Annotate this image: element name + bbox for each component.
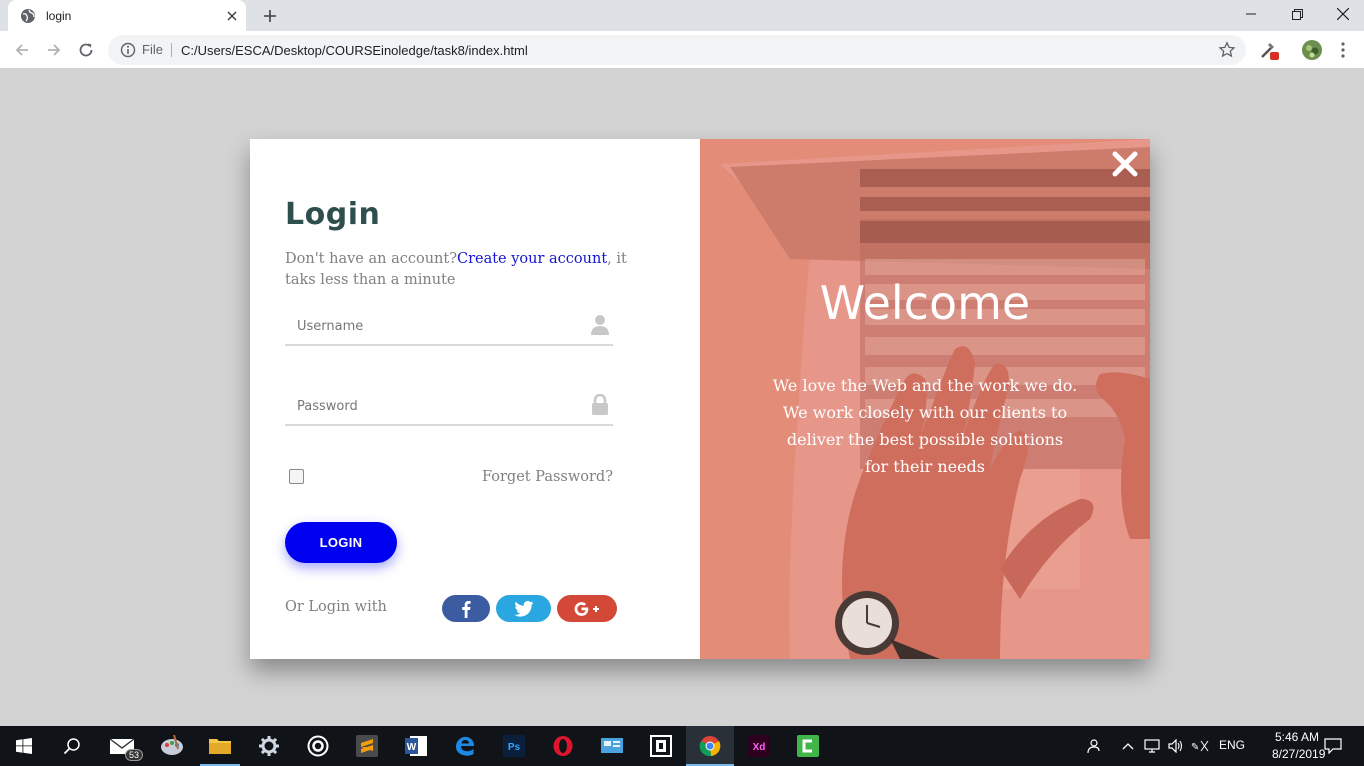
bookmark-star-icon[interactable] [1218,41,1236,59]
edge-browser-icon[interactable] [441,726,489,766]
people-icon[interactable] [1083,736,1103,756]
new-tab-icon[interactable] [259,5,281,27]
input-method-icon[interactable]: ✎ [1190,736,1210,756]
language-indicator[interactable]: ENG [1219,738,1245,752]
adobe-xd-icon[interactable]: Xd [735,726,783,766]
clock-time: 5:46 AM [1274,730,1320,744]
browser-tab[interactable]: login [8,0,246,31]
welcome-description: We love the Web and the work we do. We w… [760,372,1090,480]
svg-text:Xd: Xd [753,742,766,753]
svg-text:✎: ✎ [1191,742,1199,753]
opera-icon[interactable] [539,726,587,766]
tab-title: login [46,8,72,23]
signup-text: Don't have an account?Create your accoun… [285,249,645,291]
forward-arrow-icon[interactable] [41,37,67,63]
welcome-heading: Welcome [819,276,1031,330]
start-windows-icon[interactable] [0,726,48,766]
restore-icon[interactable] [1274,0,1320,28]
browser-tab-bar: login [0,0,1364,31]
paint-app-icon[interactable] [148,726,196,766]
svg-text:W: W [407,742,417,753]
close-window-icon[interactable] [1320,0,1364,28]
google-plus-login-button[interactable] [557,595,617,622]
globe-icon [21,8,35,23]
signup-prefix: Don't have an account? [285,251,457,267]
twitter-login-button[interactable] [496,595,551,622]
create-account-link[interactable]: Create your account [457,251,607,267]
chrome-icon[interactable] [686,726,734,766]
minimize-icon[interactable] [1228,0,1274,28]
lock-icon [592,394,608,415]
info-icon[interactable] [120,42,136,58]
clock-date: 8/27/2019 [1272,747,1326,761]
welcome-panel: Welcome We love the Web and the work we … [700,139,1150,659]
close-tab-icon[interactable] [224,8,240,24]
settings-gear-icon[interactable] [245,726,293,766]
reload-icon[interactable] [73,37,99,63]
search-icon[interactable] [48,726,96,766]
sublime-text-icon[interactable] [343,726,391,766]
username-field [285,308,613,346]
mail-count-badge: 53 [124,749,143,761]
welcome-line: We love the Web and the work we do. [772,376,1078,395]
camtasia-icon[interactable] [784,726,832,766]
photoshop-icon[interactable]: Ps [490,726,538,766]
svg-text:Ps: Ps [508,742,521,753]
extension-icon[interactable] [1258,39,1280,61]
circle-app-icon[interactable] [294,726,342,766]
google-plus-icon [574,601,599,616]
url-text[interactable]: C:/Users/ESCA/Desktop/COURSEinoledge/tas… [172,43,1218,58]
forget-password-link[interactable]: Forget Password? [482,469,613,485]
password-input[interactable] [285,388,575,424]
password-field [285,388,613,426]
task-view-icon[interactable] [637,726,685,766]
notifications-icon[interactable] [1323,736,1343,756]
browser-toolbar: File C:/Users/ESCA/Desktop/COURSEinoledg… [0,31,1364,69]
username-input[interactable] [285,308,575,344]
close-icon[interactable] [1110,149,1140,179]
remember-me-checkbox[interactable] [289,469,304,484]
system-clock[interactable]: 5:46 AM 8/27/2019 [1272,729,1326,763]
welcome-line: We work closely with our clients to [782,403,1068,422]
welcome-line: for their needs [864,457,986,476]
login-button[interactable]: LOGIN [285,522,397,563]
back-arrow-icon[interactable] [9,37,35,63]
facebook-icon [462,600,471,618]
twitter-icon [513,600,534,617]
word-icon[interactable]: W [392,726,440,766]
url-scheme-label: File [142,43,172,57]
user-icon [591,315,609,335]
login-modal: Login Don't have an account?Create your … [250,139,1150,659]
windows-taskbar: 53 W Ps Xd ✎ ENG 5:46 AM 8/27/2019 [0,726,1364,766]
login-title: Login [285,197,381,232]
address-bar[interactable]: File C:/Users/ESCA/Desktop/COURSEinoledg… [108,35,1246,65]
chevron-up-icon[interactable] [1118,736,1138,756]
login-panel: Login Don't have an account?Create your … [250,139,700,659]
or-login-with-label: Or Login with [285,599,387,615]
control-panel-icon[interactable] [588,726,636,766]
volume-icon[interactable] [1166,736,1186,756]
menu-dots-icon[interactable] [1332,39,1354,61]
file-explorer-icon[interactable] [196,726,244,766]
welcome-line: deliver the best possible solutions [786,430,1064,449]
facebook-login-button[interactable] [442,595,490,622]
network-icon[interactable] [1142,736,1162,756]
mail-icon[interactable]: 53 [98,726,146,766]
profile-avatar[interactable] [1301,39,1323,61]
